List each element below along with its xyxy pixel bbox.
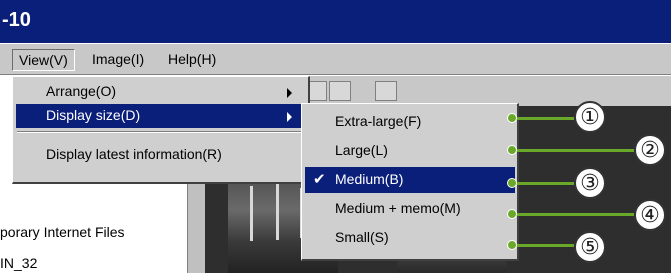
copy-icon[interactable] bbox=[375, 81, 397, 101]
callout-number-2: ② bbox=[634, 134, 666, 166]
menu-item-display-size[interactable]: Display size(D) bbox=[16, 104, 305, 128]
menu-item-medium[interactable]: ✔ Medium(B) bbox=[305, 167, 515, 193]
callout-dot bbox=[507, 209, 517, 219]
menu-item-extra-large[interactable]: Extra-large(F) bbox=[305, 109, 515, 135]
menu-help[interactable]: Help(H) bbox=[162, 49, 222, 71]
grid-view-icon[interactable] bbox=[329, 81, 351, 101]
window-title: -10 bbox=[2, 9, 31, 31]
submenu-arrow-icon bbox=[287, 88, 292, 98]
callout-number-1: ① bbox=[574, 101, 606, 133]
menu-bar: View(V) Image(I) Help(H) bbox=[0, 43, 671, 75]
menu-item-medium-memo[interactable]: Medium + memo(M) bbox=[305, 196, 515, 222]
menu-item-small[interactable]: Small(S) bbox=[305, 225, 515, 251]
callout-line bbox=[512, 149, 634, 152]
folder-item[interactable]: porary Internet Files bbox=[0, 224, 125, 240]
title-bar: -10 bbox=[0, 0, 671, 43]
view-menu: Arrange(O) Display size(D) Display lates… bbox=[12, 76, 310, 184]
folder-item[interactable]: IN_32 bbox=[0, 255, 37, 271]
menu-image[interactable]: Image(I) bbox=[86, 49, 150, 71]
callout-line bbox=[512, 117, 574, 120]
callout-line bbox=[512, 213, 634, 216]
callout-dot bbox=[507, 178, 517, 188]
callout-number-5: ⑤ bbox=[574, 231, 606, 263]
submenu-arrow-icon bbox=[287, 112, 292, 122]
callout-dot bbox=[507, 113, 517, 123]
callout-dot bbox=[507, 145, 517, 155]
menu-item-display-latest-information[interactable]: Display latest information(R) bbox=[16, 143, 305, 167]
menu-view[interactable]: View(V) bbox=[12, 49, 75, 71]
callout-line bbox=[512, 244, 574, 247]
callout-line bbox=[512, 182, 574, 185]
menu-item-arrange[interactable]: Arrange(O) bbox=[16, 80, 305, 104]
menu-item-large[interactable]: Large(L) bbox=[305, 138, 515, 164]
callout-number-4: ④ bbox=[634, 199, 666, 231]
checkmark-icon: ✔ bbox=[313, 171, 326, 188]
callout-number-3: ③ bbox=[574, 167, 606, 199]
display-size-submenu: Extra-large(F) Large(L) ✔ Medium(B) Medi… bbox=[301, 103, 519, 261]
menu-separator bbox=[17, 131, 305, 133]
callout-dot bbox=[507, 240, 517, 250]
